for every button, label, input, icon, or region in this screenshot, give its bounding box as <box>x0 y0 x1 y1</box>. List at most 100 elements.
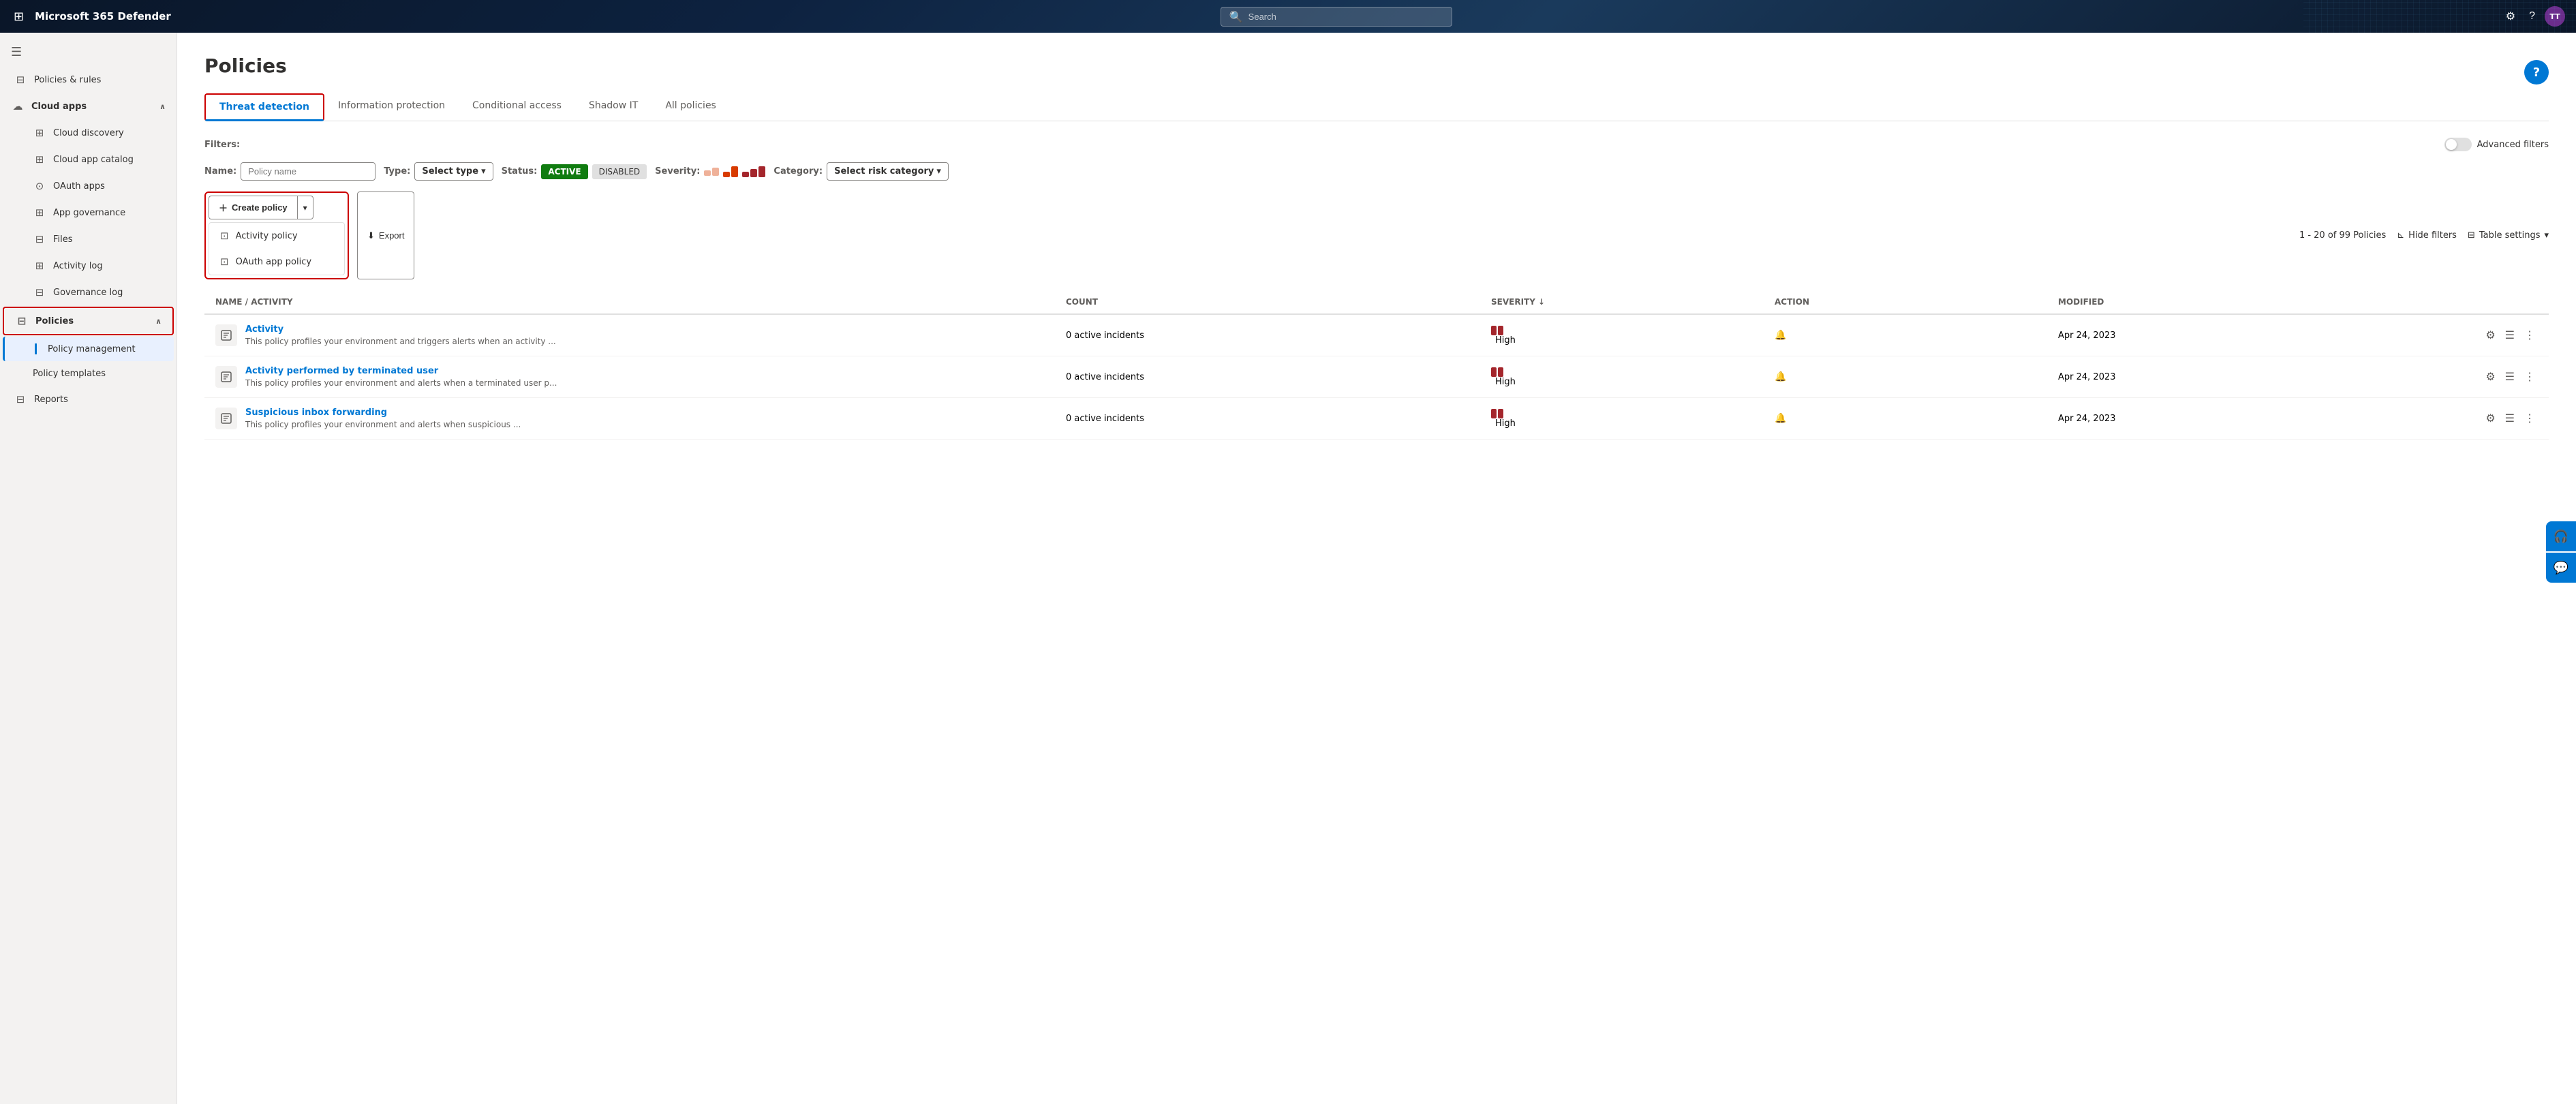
activity-log-icon: ⊞ <box>33 260 46 272</box>
status-filter-label: Status: <box>502 166 538 177</box>
tab-all-policies[interactable]: All policies <box>651 93 730 121</box>
severity-low[interactable] <box>704 168 719 176</box>
help-icon[interactable]: ? <box>2525 6 2539 27</box>
user-avatar[interactable]: TT <box>2545 6 2565 27</box>
policy-management-indicator <box>35 343 37 354</box>
chat-headset-button[interactable]: 🎧 <box>2546 521 2576 551</box>
row-list-btn-1[interactable]: ☰ <box>2502 326 2517 345</box>
apps-grid-icon[interactable]: ⊞ <box>11 7 27 27</box>
chat-message-button[interactable]: 💬 <box>2546 553 2576 583</box>
col-header-severity[interactable]: Severity ↓ <box>1491 297 1775 307</box>
hamburger-button[interactable]: ☰ <box>0 38 177 66</box>
policy-action-2: 🔔 <box>1775 371 2058 382</box>
table-settings-btn[interactable]: ⊟ Table settings ▾ <box>2468 230 2549 241</box>
policies-label: Policies <box>35 316 74 326</box>
row-list-btn-2[interactable]: ☰ <box>2502 367 2517 386</box>
sidebar-item-label: Activity log <box>53 261 103 271</box>
nav-icons-group: ⚙ ? TT <box>2502 5 2565 27</box>
col-header-modified: Modified <box>2058 297 2483 307</box>
tab-threat-detection[interactable]: Threat detection <box>204 93 324 121</box>
col-header-action: Action <box>1775 297 2058 307</box>
row-list-btn-3[interactable]: ☰ <box>2502 409 2517 428</box>
policy-modified-2: Apr 24, 2023 <box>2058 372 2483 382</box>
row-settings-btn-1[interactable]: ⚙ <box>2483 326 2498 345</box>
settings-icon[interactable]: ⚙ <box>2502 5 2519 27</box>
dropdown-item-oauth-app-policy[interactable]: ⊡ OAuth app policy <box>209 249 344 275</box>
row-settings-btn-3[interactable]: ⚙ <box>2483 409 2498 428</box>
policy-count-1: 0 active incidents <box>1066 331 1491 341</box>
bell-icon-1[interactable]: 🔔 <box>1775 330 1786 341</box>
row-more-btn-1[interactable]: ⋮ <box>2521 326 2538 345</box>
row-more-btn-3[interactable]: ⋮ <box>2521 409 2538 428</box>
bell-icon-2[interactable]: 🔔 <box>1775 371 1786 382</box>
create-policy-group: ＋ Create policy ▾ <box>209 196 345 219</box>
search-input[interactable] <box>1248 12 1443 22</box>
status-active-btn[interactable]: ACTIVE <box>541 164 587 179</box>
top-navigation: ⊞ Microsoft 365 Defender 🔍 ⚙ ? TT <box>0 0 2576 33</box>
type-filter: Type: Select type ▾ <box>384 162 493 181</box>
name-filter-input[interactable] <box>241 162 375 181</box>
policy-icon-2 <box>215 366 237 388</box>
table-row: Suspicious inbox forwarding This policy … <box>204 398 2549 440</box>
sidebar-item-files[interactable]: ⊟ Files <box>3 226 174 252</box>
hide-filters-btn[interactable]: ⊾ Hide filters <box>2397 230 2457 241</box>
type-filter-select[interactable]: Select type ▾ <box>414 162 493 181</box>
create-policy-container: ＋ Create policy ▾ ⊡ Activity policy ⊡ <box>204 191 349 279</box>
sidebar-item-policies-rules[interactable]: ⊟ Policies & rules <box>3 67 174 93</box>
sidebar-item-cloud-app-catalog[interactable]: ⊞ Cloud app catalog <box>3 147 174 172</box>
policy-severity-1: High <box>1491 326 1775 346</box>
advanced-filters-switch[interactable] <box>2444 138 2472 151</box>
advanced-filters-toggle[interactable]: Advanced filters <box>2444 138 2549 151</box>
help-button[interactable]: ? <box>2524 60 2549 85</box>
search-bar[interactable]: 🔍 <box>1221 7 1452 27</box>
sidebar-item-activity-log[interactable]: ⊞ Activity log <box>3 253 174 279</box>
export-button[interactable]: ⬇ Export <box>357 191 414 279</box>
sidebar-section-policies[interactable]: ⊟ Policies ∧ <box>3 307 174 335</box>
create-policy-chevron-button[interactable]: ▾ <box>297 196 313 219</box>
sidebar-item-reports[interactable]: ⊟ Reports <box>3 386 174 412</box>
category-filter: Category: Select risk category ▾ <box>773 162 949 181</box>
sidebar-item-cloud-discovery[interactable]: ⊞ Cloud discovery <box>3 120 174 146</box>
sidebar-item-governance-log[interactable]: ⊟ Governance log <box>3 279 174 305</box>
policy-info-1: Activity This policy profiles your envir… <box>245 324 556 346</box>
policies-count: 1 - 20 of 99 Policies <box>2299 230 2386 241</box>
row-settings-btn-2[interactable]: ⚙ <box>2483 367 2498 386</box>
sidebar-item-app-governance[interactable]: ⊞ App governance <box>3 200 174 226</box>
sidebar-item-label: Policy management <box>48 344 136 354</box>
create-policy-dropdown: ⊡ Activity policy ⊡ OAuth app policy <box>209 222 345 275</box>
policy-icon-3 <box>215 408 237 429</box>
policy-name-1[interactable]: Activity <box>245 324 556 335</box>
policy-icon-1 <box>215 324 237 346</box>
table-settings-icon: ⊟ <box>2468 230 2475 241</box>
sidebar-item-label: Cloud discovery <box>53 128 124 138</box>
bell-icon-3[interactable]: 🔔 <box>1775 413 1786 424</box>
category-filter-select[interactable]: Select risk category ▾ <box>827 162 949 181</box>
main-layout: ☰ ⊟ Policies & rules ☁ Cloud apps ∧ ⊞ Cl… <box>0 33 2576 1104</box>
row-more-btn-2[interactable]: ⋮ <box>2521 367 2538 386</box>
dropdown-item-activity-policy[interactable]: ⊡ Activity policy <box>209 223 344 249</box>
sidebar-item-policy-templates[interactable]: Policy templates <box>3 362 174 386</box>
sidebar: ☰ ⊟ Policies & rules ☁ Cloud apps ∧ ⊞ Cl… <box>0 33 177 1104</box>
filters-row: Filters: Advanced filters <box>204 138 2549 151</box>
severity-badge-3 <box>1491 409 1775 418</box>
filter-icon: ⊾ <box>2397 230 2404 241</box>
severity-high[interactable] <box>742 166 765 177</box>
tab-conditional-access[interactable]: Conditional access <box>459 93 575 121</box>
tab-information-protection[interactable]: Information protection <box>324 93 459 121</box>
sidebar-section-cloud-apps[interactable]: ☁ Cloud apps ∧ <box>0 93 177 119</box>
category-chevron-icon: ▾ <box>936 166 941 177</box>
severity-filter: Severity: <box>655 166 765 177</box>
policy-name-2[interactable]: Activity performed by terminated user <box>245 366 557 376</box>
plus-icon: ＋ <box>219 201 228 214</box>
severity-badge-1 <box>1491 326 1775 335</box>
sidebar-item-policy-management[interactable]: Policy management <box>3 337 174 361</box>
table-row: Activity performed by terminated user Th… <box>204 356 2549 398</box>
create-policy-button[interactable]: ＋ Create policy <box>209 196 297 219</box>
status-filter: Status: ACTIVE DISABLED <box>502 164 647 179</box>
policy-name-3[interactable]: Suspicious inbox forwarding <box>245 408 521 418</box>
severity-medium[interactable] <box>723 166 738 177</box>
tab-shadow-it[interactable]: Shadow IT <box>575 93 651 121</box>
policy-action-3: 🔔 <box>1775 413 2058 424</box>
sidebar-item-oauth-apps[interactable]: ⊙ OAuth apps <box>3 173 174 199</box>
status-disabled-btn[interactable]: DISABLED <box>592 164 647 179</box>
